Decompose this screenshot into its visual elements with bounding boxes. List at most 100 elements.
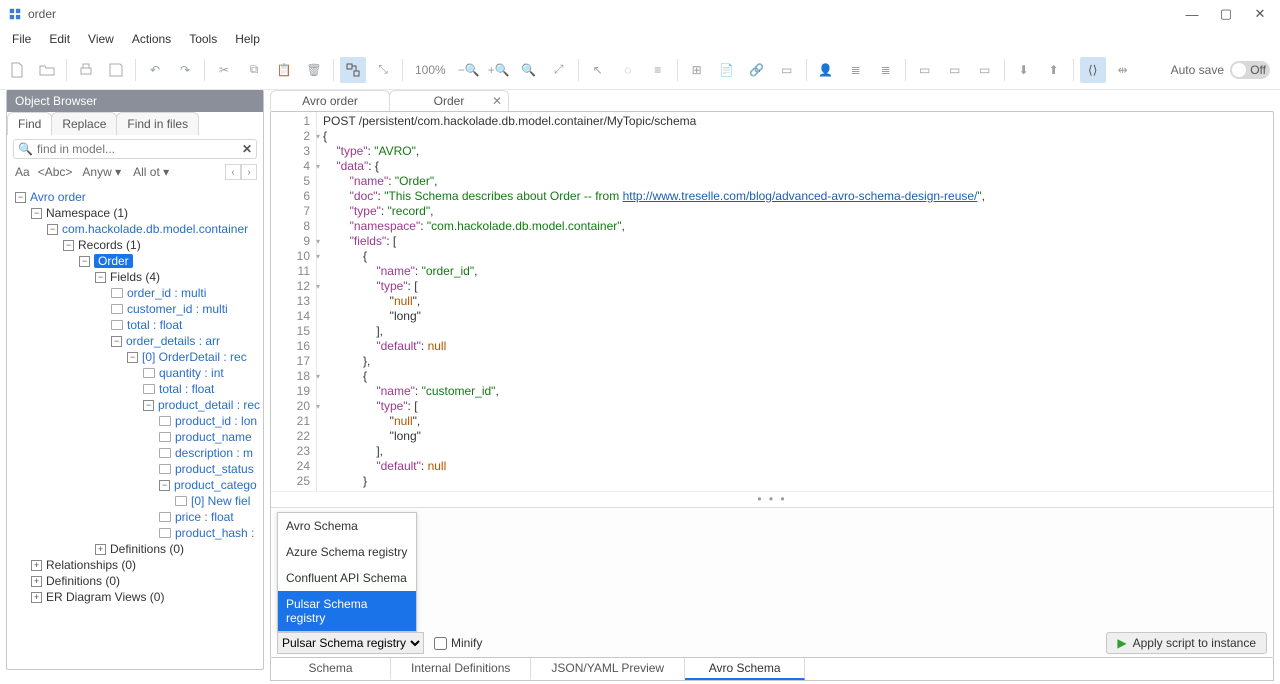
minimize-button[interactable]: — xyxy=(1184,6,1200,22)
paste-icon[interactable]: 📋 xyxy=(271,57,297,83)
cut-icon[interactable]: ✂ xyxy=(211,57,237,83)
expand-icon[interactable]: − xyxy=(159,480,170,491)
filter-case[interactable]: Aa xyxy=(13,164,32,180)
menu-actions[interactable]: Actions xyxy=(124,30,179,48)
open-folder-icon[interactable] xyxy=(34,57,60,83)
autosave-toggle[interactable]: Off xyxy=(1230,61,1270,79)
expand-icon[interactable]: + xyxy=(31,592,42,603)
expand-icon[interactable]: − xyxy=(127,352,138,363)
tree-item[interactable]: [0] New fiel xyxy=(191,494,250,508)
filter-where-select[interactable]: Anyw ▾ xyxy=(78,163,125,181)
tree-item[interactable]: quantity : int xyxy=(159,366,224,380)
zoom-in-icon[interactable]: +🔍 xyxy=(486,57,512,83)
expand-icon[interactable]: − xyxy=(63,240,74,251)
print-icon[interactable] xyxy=(73,57,99,83)
maximize-button[interactable]: ▢ xyxy=(1218,6,1234,22)
copy-icon[interactable]: ⧉ xyxy=(241,57,267,83)
panel3-icon[interactable]: ▭ xyxy=(972,57,998,83)
tree-definitions2[interactable]: Definitions (0) xyxy=(46,574,120,588)
tree-item[interactable]: product_detail : rec xyxy=(158,398,260,412)
tab-avro-order[interactable]: Avro order xyxy=(270,90,390,111)
menu-tools[interactable]: Tools xyxy=(181,30,225,48)
clear-search-icon[interactable]: ✕ xyxy=(242,142,252,156)
panel1-icon[interactable]: ▭ xyxy=(912,57,938,83)
zoom-out-icon[interactable]: −🔍 xyxy=(456,57,482,83)
save-icon[interactable] xyxy=(103,57,129,83)
zoom-expand-icon[interactable]: ⤢ xyxy=(546,57,572,83)
upload-icon[interactable]: ⬆ xyxy=(1041,57,1067,83)
split-icon[interactable]: ⇹ xyxy=(1110,57,1136,83)
expand-icon[interactable]: − xyxy=(95,272,106,283)
next-result-button[interactable]: › xyxy=(241,164,257,180)
code-editor[interactable]: 1234567891011121314151617181920212223242… xyxy=(271,112,1273,491)
tree-relationships[interactable]: Relationships (0) xyxy=(46,558,136,572)
bottom-tab-json-yaml[interactable]: JSON/YAML Preview xyxy=(531,658,685,680)
dropdown-option[interactable]: Confluent API Schema xyxy=(278,565,416,591)
tree-item[interactable]: product_id : lon xyxy=(175,414,257,428)
menu-file[interactable]: File xyxy=(4,30,39,48)
filter-what-select[interactable]: All ot ▾ xyxy=(129,163,173,181)
lasso-icon[interactable]: ◌ xyxy=(615,57,641,83)
tree-definitions[interactable]: Definitions (0) xyxy=(110,542,184,556)
expand-icon[interactable]: − xyxy=(31,208,42,219)
list-icon[interactable]: ≡ xyxy=(645,57,671,83)
diagram-view-icon[interactable] xyxy=(340,57,366,83)
doc-plus-icon[interactable]: 📄 xyxy=(714,57,740,83)
tree-item[interactable]: [0] OrderDetail : rec xyxy=(142,350,247,364)
schema-type-select[interactable]: Pulsar Schema registry xyxy=(277,632,424,654)
find-in-files-tab[interactable]: Find in files xyxy=(116,112,199,135)
close-button[interactable]: ✕ xyxy=(1252,6,1268,22)
menu-view[interactable]: View xyxy=(80,30,122,48)
search-input[interactable] xyxy=(37,142,242,156)
replace-tab[interactable]: Replace xyxy=(51,112,117,135)
align-right-icon[interactable]: ≣ xyxy=(873,57,899,83)
expand-icon[interactable]: − xyxy=(15,192,26,203)
menu-help[interactable]: Help xyxy=(227,30,268,48)
tree-item[interactable]: customer_id : multi xyxy=(127,302,228,316)
close-tab-icon[interactable]: ✕ xyxy=(492,94,502,108)
expand-icon[interactable]: + xyxy=(31,560,42,571)
expand-icon[interactable]: − xyxy=(111,336,122,347)
apply-script-button[interactable]: ▶Apply script to instance xyxy=(1106,632,1267,654)
dropdown-option[interactable]: Pulsar Schema registry xyxy=(278,591,416,631)
undo-icon[interactable]: ↶ xyxy=(142,57,168,83)
bottom-tab-schema[interactable]: Schema xyxy=(271,658,391,680)
expand-icon[interactable]: + xyxy=(31,576,42,587)
tree-item[interactable]: product_status xyxy=(175,462,254,476)
expand-icon[interactable]: − xyxy=(143,400,154,411)
expand-icon[interactable]: − xyxy=(79,256,90,267)
panel2-icon[interactable]: ▭ xyxy=(942,57,968,83)
tree-er-views[interactable]: ER Diagram Views (0) xyxy=(46,590,164,604)
tab-order[interactable]: Order✕ xyxy=(389,90,509,111)
redo-icon[interactable]: ↷ xyxy=(172,57,198,83)
align-left-icon[interactable]: ≣ xyxy=(843,57,869,83)
bottom-tab-avro-schema[interactable]: Avro Schema xyxy=(685,658,805,680)
expand-icon[interactable]: ⤡ xyxy=(370,57,396,83)
user-gear-icon[interactable]: 👤 xyxy=(813,57,839,83)
filter-whole-word[interactable]: <Abc> xyxy=(36,164,75,180)
expand-icon[interactable]: + xyxy=(95,544,106,555)
tree-item[interactable]: total : float xyxy=(127,318,182,332)
box-plus-icon[interactable]: ⊞ xyxy=(684,57,710,83)
code-content[interactable]: POST /persistent/com.hackolade.db.model.… xyxy=(317,112,1273,491)
delete-icon[interactable]: 🗑 xyxy=(301,57,327,83)
tree-item[interactable]: product_catego xyxy=(174,478,257,492)
tree-item[interactable]: total : float xyxy=(159,382,214,396)
tree-root[interactable]: Avro order xyxy=(30,190,86,204)
pane-resize-handle[interactable]: • • • xyxy=(271,491,1273,507)
script-view-icon[interactable]: ⟨⟩ xyxy=(1080,57,1106,83)
download-icon[interactable]: ⬇ xyxy=(1011,57,1037,83)
tree-item[interactable]: description : m xyxy=(175,446,253,460)
prev-result-button[interactable]: ‹ xyxy=(225,164,241,180)
link-icon[interactable]: 🔗 xyxy=(744,57,770,83)
dropdown-option[interactable]: Azure Schema registry xyxy=(278,539,416,565)
tree-item[interactable]: order_id : multi xyxy=(127,286,206,300)
pointer-icon[interactable]: ↖ xyxy=(585,57,611,83)
tree-fields[interactable]: Fields (4) xyxy=(110,270,160,284)
dropdown-option[interactable]: Avro Schema xyxy=(278,513,416,539)
field-icon[interactable]: ▭ xyxy=(774,57,800,83)
tree-item[interactable]: product_name xyxy=(175,430,252,444)
bottom-tab-internal-defs[interactable]: Internal Definitions xyxy=(391,658,531,680)
zoom-fit-icon[interactable]: 🔍 xyxy=(516,57,542,83)
tree-order[interactable]: Order xyxy=(94,254,133,268)
